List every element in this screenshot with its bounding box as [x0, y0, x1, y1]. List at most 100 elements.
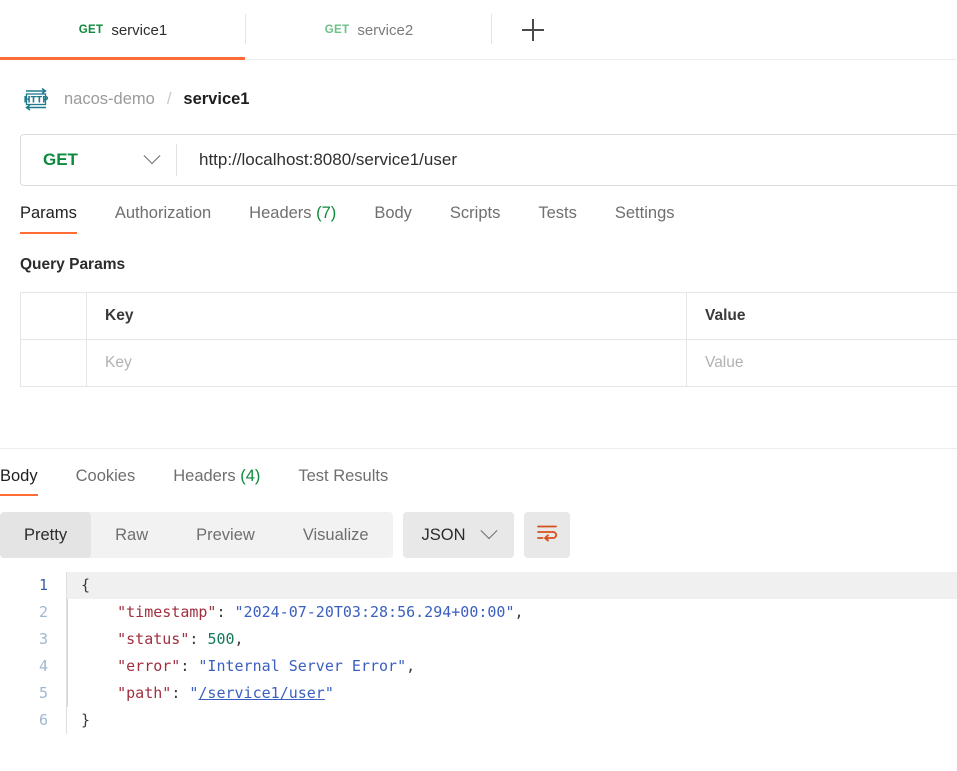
response-tab-body[interactable]: Body [0, 467, 57, 496]
breadcrumb: HTTP nacos-demo / service1 [0, 60, 957, 112]
query-params-table: Key Value Key Value [20, 292, 957, 387]
view-pretty-button[interactable]: Pretty [0, 512, 92, 558]
language-label: JSON [421, 525, 466, 544]
view-visualize-button[interactable]: Visualize [279, 512, 393, 558]
code-line: { [67, 572, 957, 599]
json-value: "2024-07-20T03:28:56.294+00:00" [234, 603, 515, 621]
line-number: 3 [38, 630, 48, 648]
word-wrap-icon [535, 521, 559, 550]
tab-scripts[interactable]: Scripts [431, 204, 519, 234]
tab-settings[interactable]: Settings [596, 204, 694, 234]
response-view-switcher: Pretty Raw Preview Visualize [0, 512, 393, 558]
tab-authorization[interactable]: Authorization [96, 204, 230, 234]
line-number: 2 [38, 603, 48, 621]
response-tab-test-results[interactable]: Test Results [279, 467, 407, 496]
json-value-link[interactable]: /service1/user [198, 684, 324, 702]
tab-label: Body [0, 467, 38, 485]
json-colon: : [180, 657, 199, 675]
plus-icon [522, 19, 544, 41]
tab-label: Body [374, 204, 412, 222]
tab-label: Test Results [298, 467, 389, 485]
response-tabs: Body Cookies Headers (4) Test Results [0, 449, 957, 496]
request-detail-tabs: Params Authorization Headers (7) Body Sc… [0, 186, 957, 234]
line-number: 4 [38, 657, 48, 675]
code-line: "status": 500, [67, 626, 957, 653]
response-tab-headers[interactable]: Headers (4) [154, 467, 279, 496]
tab-label: Scripts [449, 204, 501, 222]
tab-tests[interactable]: Tests [519, 204, 596, 234]
line-number-gutter: 1 2 3 4 5 6 [0, 572, 66, 734]
tab-label: Cookies [75, 467, 136, 485]
view-label: Pretty [24, 525, 68, 544]
code-line: "path": "/service1/user" [67, 680, 957, 707]
request-tab-strip: GET service1 GET service2 [0, 0, 957, 60]
tab-count: (7) [316, 204, 337, 222]
request-tab-method: GET [324, 24, 350, 36]
breadcrumb-separator: / [166, 89, 172, 108]
row-checkbox-cell[interactable] [20, 339, 87, 387]
line-number: 6 [38, 711, 48, 729]
json-key: "error" [117, 657, 181, 675]
request-tab-service2[interactable]: GET service2 [246, 0, 492, 60]
code-line: "timestamp": "2024-07-20T03:28:56.294+00… [67, 599, 957, 626]
view-label: Visualize [302, 525, 369, 544]
tab-count: (4) [240, 467, 261, 485]
breadcrumb-request-name[interactable]: service1 [183, 90, 249, 109]
breadcrumb-collection[interactable]: nacos-demo [64, 90, 155, 109]
json-colon: : [189, 630, 208, 648]
table-row: Key Value [20, 339, 957, 387]
json-value: 500 [207, 630, 235, 648]
view-preview-button[interactable]: Preview [172, 512, 279, 558]
url-bar-container: GET http://localhost:8080/service1/user [0, 112, 957, 186]
url-bar: GET http://localhost:8080/service1/user [20, 134, 957, 186]
param-key-cell[interactable]: Key [86, 339, 687, 387]
view-label: Preview [196, 525, 255, 544]
column-header-value: Value [705, 307, 746, 324]
url-input[interactable]: http://localhost:8080/service1/user [177, 135, 957, 185]
tab-label: Params [20, 204, 77, 222]
json-quote: " [324, 684, 334, 702]
word-wrap-button[interactable] [523, 512, 570, 558]
response-body-viewer[interactable]: 1 2 3 4 5 6 { "timestamp": "2024-07-20T0… [0, 572, 957, 734]
code-line: "error": "Internal Server Error", [67, 653, 957, 680]
chevron-down-icon [143, 147, 161, 165]
json-comma: , [234, 630, 244, 648]
select-all-cell[interactable] [20, 292, 87, 340]
request-tab-label: service1 [111, 21, 168, 39]
new-tab-button[interactable] [492, 0, 574, 60]
chevron-down-icon [480, 522, 498, 540]
json-comma: , [406, 657, 416, 675]
response-tab-cookies[interactable]: Cookies [57, 467, 155, 496]
request-tab-label: service2 [357, 21, 414, 39]
param-value-cell[interactable]: Value [686, 339, 957, 387]
http-method-select[interactable]: GET [21, 135, 176, 185]
param-value-placeholder: Value [705, 354, 744, 371]
tab-label: Tests [538, 204, 577, 222]
tab-label: Settings [614, 204, 675, 222]
http-icon: HTTP [22, 84, 52, 114]
code-area[interactable]: { "timestamp": "2024-07-20T03:28:56.294+… [66, 572, 957, 734]
line-number: 1 [38, 576, 48, 594]
line-number: 5 [38, 684, 48, 702]
tab-params[interactable]: Params [20, 204, 96, 234]
param-key-placeholder: Key [105, 354, 132, 371]
response-format-bar: Pretty Raw Preview Visualize JSON [0, 496, 957, 558]
tab-label: Headers [249, 204, 312, 222]
tab-body[interactable]: Body [355, 204, 431, 234]
json-colon: : [216, 603, 235, 621]
tab-label: Headers [173, 467, 236, 485]
view-raw-button[interactable]: Raw [91, 512, 172, 558]
json-colon: : [171, 684, 190, 702]
view-label: Raw [115, 525, 149, 544]
svg-text:HTTP: HTTP [24, 94, 49, 104]
tab-headers[interactable]: Headers (7) [230, 204, 355, 234]
query-params-title: Query Params [20, 256, 126, 273]
response-language-select[interactable]: JSON [402, 512, 514, 558]
request-tab-service1[interactable]: GET service1 [0, 0, 246, 60]
code-line: } [67, 707, 957, 734]
json-open-brace: { [81, 576, 91, 594]
tab-label: Authorization [114, 204, 212, 222]
http-method-label: GET [43, 150, 78, 169]
json-key: "path" [117, 684, 172, 702]
json-key: "timestamp" [117, 603, 217, 621]
